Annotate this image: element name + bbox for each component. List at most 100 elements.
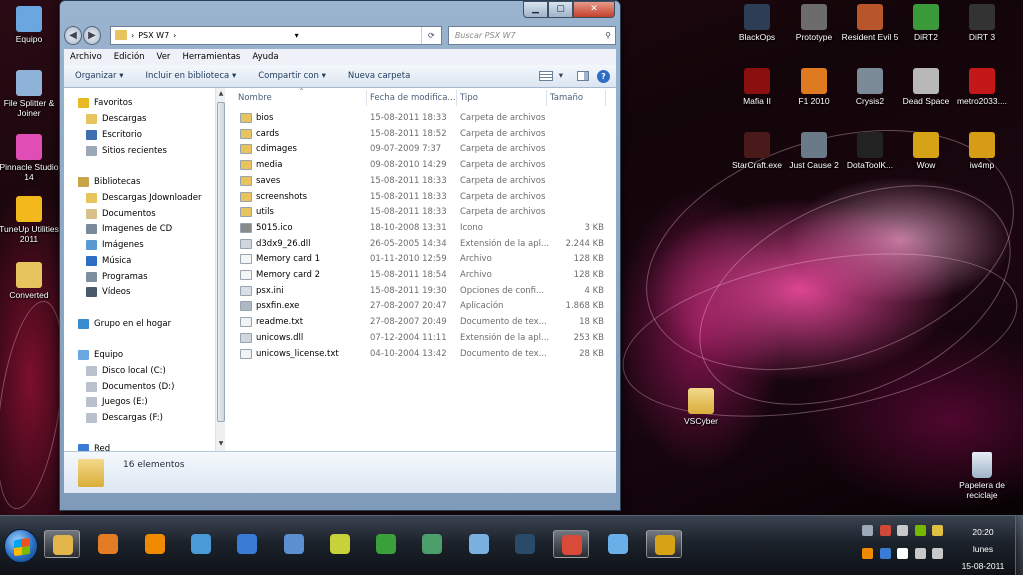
menu-archivo[interactable]: Archivo [64, 52, 108, 62]
column-name[interactable]: Nombre [238, 93, 272, 103]
scroll-up-icon[interactable]: ▲ [216, 90, 226, 97]
desktop-icon-recycle-bin[interactable]: Papelera de reciclaje [951, 452, 1013, 500]
nav-item[interactable]: Escritorio [86, 128, 142, 142]
bluetooth-tray-icon[interactable] [879, 548, 891, 559]
show-desktop-button[interactable] [1015, 516, 1023, 575]
chevron-down-icon[interactable]: ▾ [559, 71, 563, 81]
table-row[interactable]: bios 15-08-2011 18:33 Carpeta de archivos [226, 111, 616, 126]
table-row[interactable]: unicows.dll 07-12-2004 11:11 Extensión de … [226, 331, 616, 346]
desktop-icon[interactable]: BlackOps [726, 4, 788, 42]
nav-item[interactable]: Descargas (F:) [86, 411, 163, 425]
nav-item[interactable]: Sitios recientes [86, 144, 167, 158]
taskbar-button[interactable] [276, 530, 312, 558]
steam-tray-icon[interactable] [897, 525, 908, 536]
scroll-down-icon[interactable]: ▼ [216, 440, 226, 447]
start-button[interactable] [4, 529, 38, 563]
desktop-icon[interactable]: DotaToolK... [839, 132, 901, 170]
avast-tray-icon[interactable] [862, 548, 873, 559]
taskbar-button[interactable] [44, 530, 80, 558]
share-with-button[interactable]: Compartir con ▾ [247, 71, 337, 81]
close-button[interactable]: ✕ [573, 1, 615, 18]
table-row[interactable]: cards 15-08-2011 18:52 Carpeta de archivos [226, 127, 616, 142]
table-row[interactable]: unicows_license.txt 04-10-2004 13:42 Docum… [226, 347, 616, 362]
help-icon[interactable]: ? [597, 69, 610, 83]
dropdown-arrow-icon[interactable]: ▾ [295, 31, 299, 40]
include-library-button[interactable]: Incluir en biblioteca ▾ [135, 71, 248, 81]
menu-ayuda[interactable]: Ayuda [246, 52, 284, 62]
taskbar-button[interactable] [368, 530, 404, 558]
desktop-icon[interactable]: Prototype [783, 4, 845, 42]
taskbar-button[interactable] [461, 530, 497, 558]
taskbar-button[interactable] [600, 530, 636, 558]
table-row[interactable]: Memory card 1 01-11-2010 12:59 Archivo 128 … [226, 252, 616, 267]
table-row[interactable]: media 09-08-2010 14:29 Carpeta de archivos [226, 158, 616, 173]
new-folder-button[interactable]: Nueva carpeta [337, 71, 421, 81]
nav-item[interactable]: Documentos (D:) [86, 380, 174, 394]
maximize-button[interactable]: ▢ [548, 1, 573, 18]
forward-button[interactable]: ▶ [83, 25, 102, 45]
refresh-button[interactable]: ⟳ [420, 26, 441, 44]
nav-group-header[interactable]: Red [78, 442, 110, 451]
address-bar[interactable]: › PSX W7 › ▾ ⟳ [110, 25, 442, 45]
desktop-icon[interactable]: File Splitter & Joiner [0, 70, 60, 118]
desktop-icon[interactable]: Equipo [0, 6, 60, 44]
table-row[interactable]: psx.ini 15-08-2011 19:30 Opciones de confi… [226, 284, 616, 299]
desktop-icon[interactable]: DiRT 3 [951, 4, 1013, 42]
clock[interactable]: 20:20 lunes 15-08-2011 [953, 524, 1013, 575]
nav-item[interactable]: Música [86, 254, 131, 268]
nav-item[interactable]: Descargas [86, 112, 146, 126]
taskbar-button[interactable] [137, 530, 173, 558]
settings-tray-icon[interactable] [862, 525, 873, 536]
flag-tray-icon[interactable] [897, 548, 908, 559]
desktop-icon[interactable]: DiRT2 [895, 4, 957, 42]
network-tray-icon[interactable] [914, 548, 926, 559]
table-row[interactable]: screenshots 15-08-2011 18:33 Carpeta de ar… [226, 190, 616, 205]
taskbar-button[interactable] [414, 530, 450, 558]
nav-item[interactable]: Descargas Jdownloader [86, 191, 202, 205]
view-options-icon[interactable] [538, 71, 553, 81]
desktop-icon[interactable]: Crysis2 [839, 68, 901, 106]
table-row[interactable]: readme.txt 27-08-2007 20:49 Documento de t… [226, 315, 616, 330]
desktop-icon[interactable]: iw4mp [951, 132, 1013, 170]
search-icon[interactable]: ⚲ [605, 31, 611, 40]
volume-tray-icon[interactable] [932, 548, 943, 559]
nav-group-header[interactable]: Bibliotecas [78, 175, 140, 189]
desktop-icon[interactable]: StarCraft.exe [726, 132, 788, 170]
desktop-icon-vscyber[interactable]: VSCyber [670, 388, 732, 426]
search-input[interactable]: Buscar PSX W7 ⚲ [447, 25, 616, 45]
menu-ver[interactable]: Ver [151, 52, 177, 62]
table-row[interactable]: psxfin.exe 27-08-2007 20:47 Aplicación 1.86… [226, 299, 616, 314]
nav-item[interactable]: Disco local (C:) [86, 364, 166, 378]
scrollbar-thumb[interactable] [217, 102, 225, 422]
column-size[interactable]: Tamaño [550, 93, 583, 103]
desktop-icon[interactable]: Wow [895, 132, 957, 170]
column-date[interactable]: Fecha de modifica... [370, 93, 456, 103]
taskbar-button[interactable] [183, 530, 219, 558]
nav-item[interactable]: Imágenes [86, 238, 144, 252]
table-row[interactable]: Memory card 2 15-08-2011 18:54 Archivo 128 … [226, 268, 616, 283]
people-tray-icon[interactable] [932, 525, 943, 536]
taskbar-button[interactable] [645, 530, 682, 558]
taskbar-button[interactable] [322, 530, 358, 558]
gmail-tray-icon[interactable] [879, 525, 891, 536]
desktop-icon[interactable]: F1 2010 [783, 68, 845, 106]
desktop-icon[interactable]: metro2033.... [951, 68, 1013, 106]
taskbar-button[interactable] [507, 530, 543, 558]
nav-group-header[interactable]: Equipo [78, 348, 123, 362]
desktop-icon[interactable]: Resident Evil 5 [839, 4, 901, 42]
nav-item[interactable]: Imagenes de CD [86, 222, 172, 236]
desktop-icon[interactable]: Mafia II [726, 68, 788, 106]
nav-item[interactable]: Documentos [86, 207, 156, 221]
desktop-icon[interactable]: TuneUp Utilities 2011 [0, 196, 60, 244]
table-row[interactable]: cdimages 09-07-2009 7:37 Carpeta de archiv… [226, 142, 616, 157]
organize-button[interactable]: Organizar ▾ [64, 71, 135, 81]
table-row[interactable]: d3dx9_26.dll 26-05-2005 14:34 Extensión de… [226, 237, 616, 252]
nav-group-header[interactable]: Favoritos [78, 96, 132, 110]
desktop-icon[interactable]: Pinnacle Studio 14 [0, 134, 60, 182]
table-row[interactable]: 5015.ico 18-10-2008 13:31 Icono 3 KB [226, 221, 616, 236]
table-row[interactable]: utils 15-08-2011 18:33 Carpeta de archivos [226, 205, 616, 220]
nav-item[interactable]: Vídeos [86, 285, 130, 299]
desktop-icon[interactable]: Just Cause 2 [783, 132, 845, 170]
table-row[interactable]: saves 15-08-2011 18:33 Carpeta de archivos [226, 174, 616, 189]
minimize-button[interactable]: ▁ [523, 1, 548, 18]
